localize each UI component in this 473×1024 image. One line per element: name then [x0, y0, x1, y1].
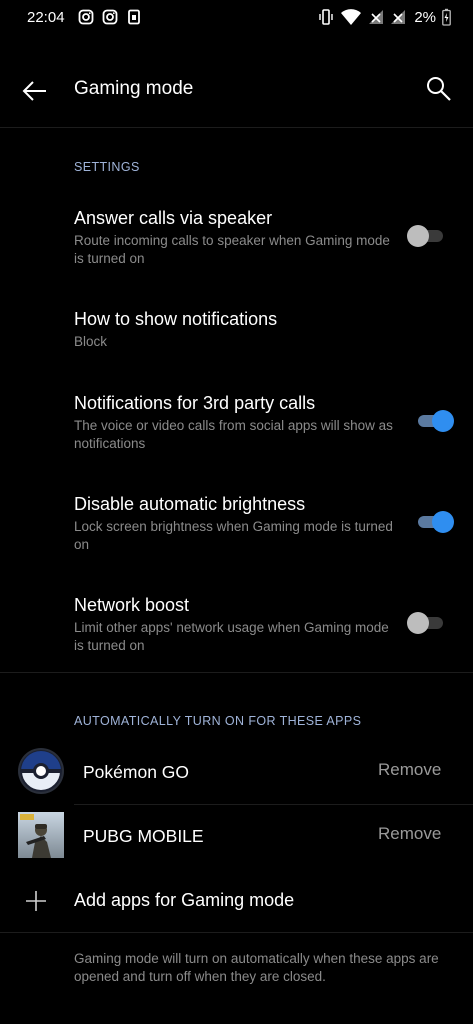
setting-title: Answer calls via speaker [74, 208, 273, 228]
search-icon [427, 77, 451, 101]
setting-subtitle: Lock screen brightness when Gaming mode … [74, 519, 393, 552]
pubg-mobile-app-icon [18, 812, 64, 858]
setting-answer-calls-speaker[interactable]: Answer calls via speaker Route incoming … [74, 207, 394, 267]
network-boost-toggle[interactable] [407, 610, 447, 634]
add-apps-label: Add apps for Gaming mode [74, 890, 295, 910]
header-divider [0, 127, 473, 128]
page-title: Gaming mode [74, 78, 194, 99]
setting-subtitle: Block [74, 334, 108, 349]
battery-charging-icon [442, 8, 451, 26]
back-button[interactable] [20, 76, 50, 106]
app-name: Pokémon GO [83, 762, 190, 782]
remove-button[interactable]: Remove [378, 824, 441, 844]
setting-title: How to show notifications [74, 309, 278, 329]
battery-percent: 2% [414, 8, 436, 26]
status-system-icons: 2% [318, 8, 451, 26]
arrow-back-icon [22, 81, 46, 101]
section-divider [0, 672, 473, 673]
app-row-pubg-mobile: PUBG MOBILE Remove [0, 806, 473, 866]
sim-card-icon [126, 9, 142, 25]
answer-calls-speaker-toggle[interactable] [407, 223, 447, 247]
setting-show-notifications[interactable]: How to show notifications Block [74, 308, 394, 351]
setting-subtitle: Route incoming calls to speaker when Gam… [74, 233, 390, 266]
setting-title: Notifications for 3rd party calls [74, 393, 316, 413]
setting-title: Disable automatic brightness [74, 494, 306, 514]
section-header-settings: SETTINGS [74, 160, 140, 174]
setting-network-boost[interactable]: Network boost Limit other apps' network … [74, 594, 394, 654]
disable-auto-brightness-toggle[interactable] [416, 509, 456, 533]
no-signal-icon [390, 8, 406, 26]
instagram-icon [78, 9, 94, 25]
plus-icon [24, 889, 48, 913]
status-notification-icons [78, 9, 142, 25]
app-row-divider [74, 804, 473, 805]
wifi-icon [340, 8, 362, 26]
setting-third-party-calls[interactable]: Notifications for 3rd party calls The vo… [74, 392, 394, 452]
setting-subtitle: The voice or video calls from social app… [74, 418, 393, 451]
setting-title: Network boost [74, 595, 190, 615]
vibrate-icon [318, 8, 334, 26]
search-button[interactable] [424, 74, 454, 104]
setting-subtitle: Limit other apps' network usage when Gam… [74, 620, 389, 653]
remove-button[interactable]: Remove [378, 760, 441, 780]
add-apps-row[interactable]: Add apps for Gaming mode [0, 878, 473, 924]
no-signal-icon [368, 8, 384, 26]
app-name: PUBG MOBILE [83, 826, 204, 846]
third-party-calls-toggle[interactable] [416, 408, 456, 432]
footer-divider [0, 932, 473, 933]
footer-note: Gaming mode will turn on automatically w… [74, 951, 439, 984]
instagram-icon [102, 9, 118, 25]
status-bar: 22:04 2% [0, 0, 473, 36]
app-row-pokemon-go: Pokémon GO Remove [0, 742, 473, 802]
section-header-apps: AUTOMATICALLY TURN ON FOR THESE APPS [74, 714, 362, 728]
setting-disable-auto-brightness[interactable]: Disable automatic brightness Lock screen… [74, 493, 394, 553]
app-bar: Gaming mode [0, 56, 473, 126]
status-time: 22:04 [27, 9, 65, 26]
pokemon-go-app-icon [18, 748, 64, 794]
